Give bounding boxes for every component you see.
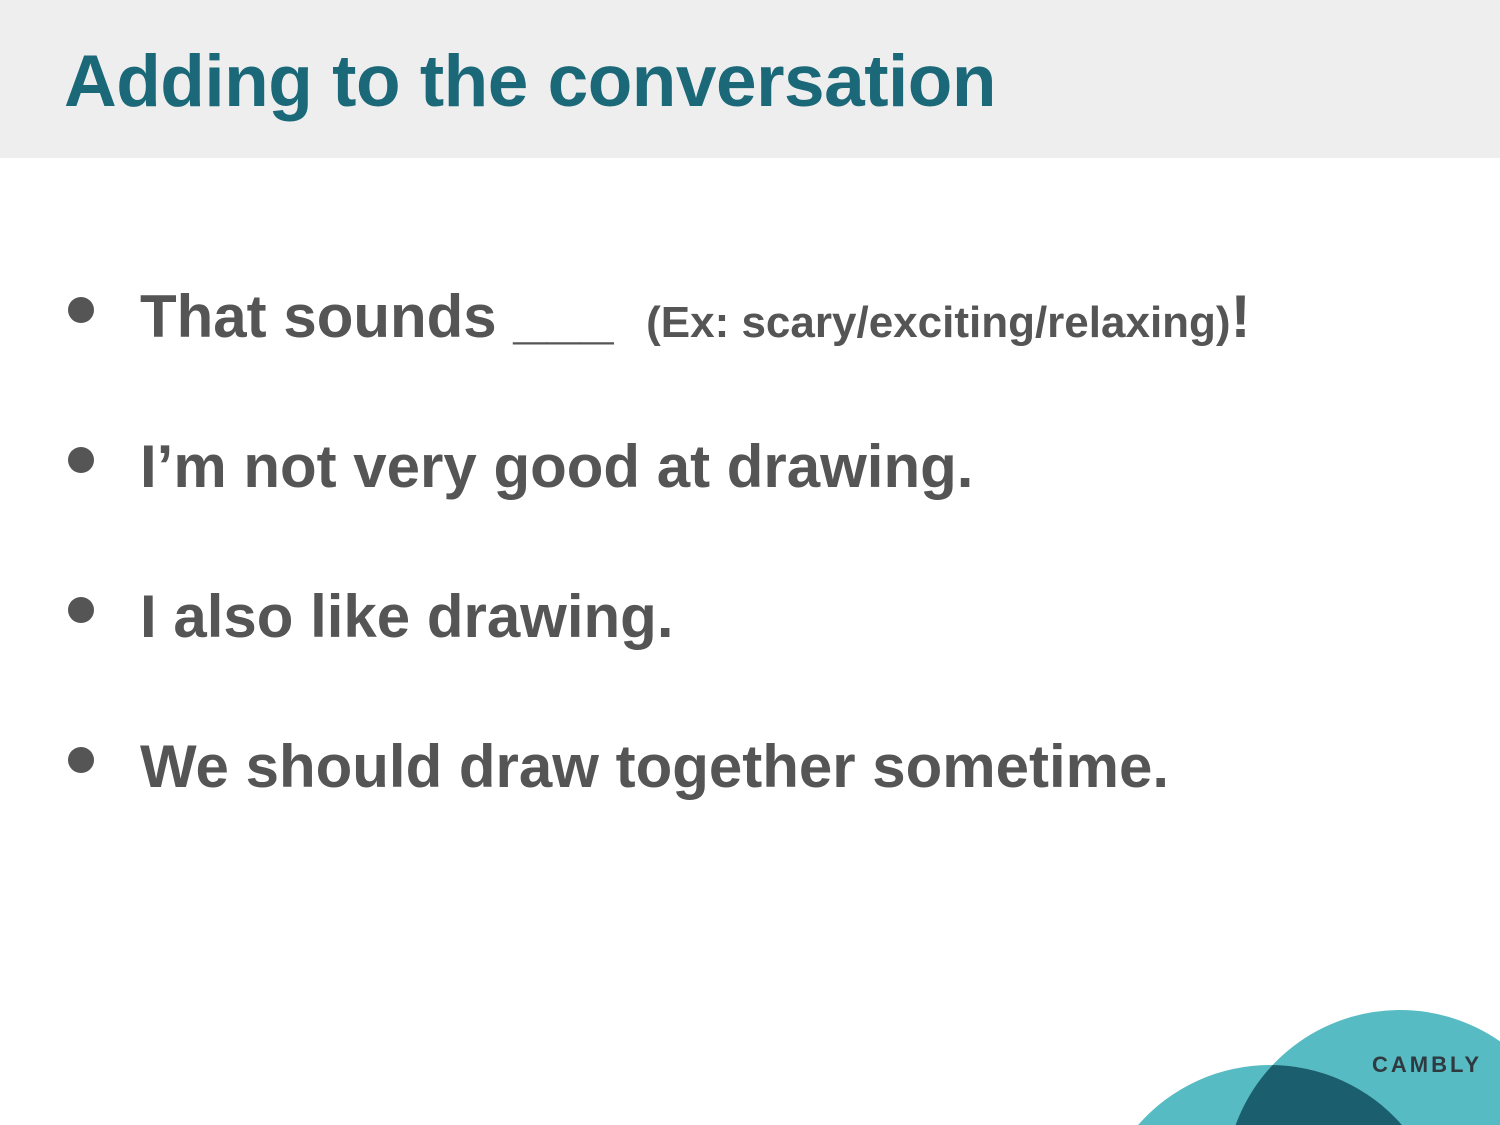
bullet-text: That sounds ___ — [140, 283, 631, 350]
bullet-icon — [68, 297, 94, 323]
bullet-item: That sounds ___ (Ex: scary/exciting/rela… — [68, 282, 1251, 351]
bullet-item: I’m not very good at drawing. — [68, 432, 973, 501]
bullet-text: I’m not very good at drawing. — [140, 433, 974, 500]
bullet-icon — [68, 597, 94, 623]
title-bar: Adding to the conversation — [0, 0, 1500, 158]
bullet-example-note: (Ex: scary/exciting/relaxing) — [646, 298, 1231, 347]
bullet-item: I also like drawing. — [68, 582, 674, 651]
bullet-icon — [68, 747, 94, 773]
bullet-icon — [68, 447, 94, 473]
bullet-text: I also like drawing. — [140, 583, 674, 650]
brand-logo-text: CAMBLY — [1372, 1052, 1483, 1077]
bullet-item: We should draw together sometime. — [68, 732, 1169, 801]
bullet-text-end: ! — [1230, 283, 1251, 350]
bullet-text: We should draw together sometime. — [140, 733, 1170, 800]
slide-title: Adding to the conversation — [64, 41, 996, 122]
